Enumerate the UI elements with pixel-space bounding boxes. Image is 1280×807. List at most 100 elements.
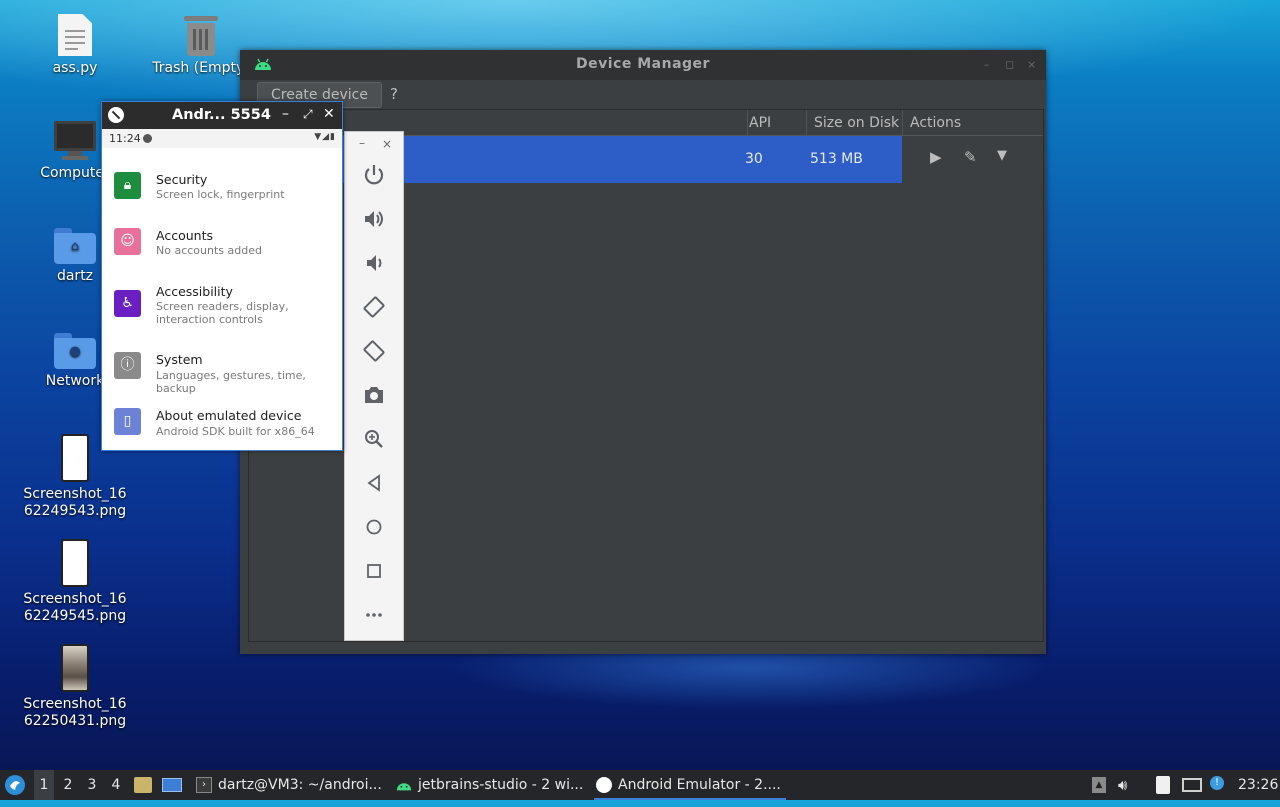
- android-icon: [396, 783, 412, 791]
- desktop-icon-label: dartz: [56, 268, 94, 284]
- settings-item-subtitle: Android SDK built for x86_64: [156, 425, 315, 438]
- minimize-icon[interactable]: –: [359, 136, 365, 150]
- clock[interactable]: 23:26: [1238, 770, 1278, 800]
- settings-item-system[interactable]: ⓘ System Languages, gestures, time, back…: [102, 342, 342, 398]
- workspace-2[interactable]: 2: [58, 770, 78, 800]
- task-label: jetbrains-studio - 2 wi...: [418, 777, 584, 793]
- network-folder-icon: ●: [54, 333, 96, 369]
- desktop-icon-label: Network: [45, 373, 105, 389]
- home-icon[interactable]: [361, 514, 387, 540]
- close-icon[interactable]: ✕: [323, 106, 335, 122]
- info-icon: ⓘ: [114, 352, 141, 379]
- tray-arrow-icon[interactable]: ▲: [1092, 770, 1108, 800]
- image-file-icon: [61, 539, 89, 587]
- settings-item-subtitle: Languages, gestures, time, backup: [156, 369, 306, 395]
- window-title: Device Manager: [576, 56, 710, 72]
- window-titlebar[interactable]: Device Manager – ◻ ×: [240, 50, 1046, 80]
- edit-icon[interactable]: ✎: [964, 148, 977, 166]
- settings-item-title: Accounts: [156, 228, 213, 243]
- settings-item-subtitle: Screen readers, display, interaction con…: [156, 300, 289, 326]
- emulator-window: Andr... 5554 – ⤢ ✕ 11:24 ▼◢▮ 🔒︎ Security…: [101, 101, 343, 451]
- settings-item-accessibility[interactable]: ♿︎ Accessibility Screen readers, display…: [102, 272, 342, 340]
- row-actions: ▶ ✎ ▼: [904, 136, 1044, 183]
- phone-icon: ▯: [114, 408, 141, 435]
- lock-icon: 🔒︎: [114, 172, 141, 199]
- task-terminal[interactable]: › dartz@VM3: ~/androi...: [194, 770, 414, 800]
- minimize-icon[interactable]: –: [984, 58, 990, 71]
- volume-up-icon[interactable]: [361, 206, 387, 232]
- chevron-down-icon[interactable]: ▼: [997, 148, 1007, 163]
- taskbar: 1 2 3 4 › dartz@VM3: ~/androi... jetbrai…: [0, 770, 1280, 800]
- toolbar: Create device ?: [240, 80, 1046, 110]
- desktop-icon-label: Screenshot_1662250431.png: [23, 696, 127, 729]
- volume-down-icon[interactable]: [361, 250, 387, 276]
- close-icon[interactable]: ×: [382, 137, 392, 151]
- settings-item-title: System: [156, 352, 203, 367]
- power-icon[interactable]: [361, 162, 387, 188]
- file-manager-launcher-icon[interactable]: [134, 770, 154, 800]
- task-label: dartz@VM3: ~/androi...: [218, 777, 382, 793]
- desktop-icon-label: Computer: [40, 165, 110, 181]
- column-header-api[interactable]: API: [749, 115, 771, 131]
- desktop-icon-label: Screenshot_1662249543.png: [23, 486, 127, 519]
- task-label: Android Emulator - 2....: [618, 777, 781, 793]
- terminal-icon: ›: [196, 777, 212, 793]
- clipboard-icon[interactable]: [1156, 770, 1176, 800]
- desktop-icon-ass-py[interactable]: ass.py: [20, 14, 130, 77]
- image-file-icon: [61, 644, 89, 692]
- computer-icon: [54, 121, 96, 161]
- image-file-icon: [61, 434, 89, 482]
- settings-item-title: About emulated device: [156, 408, 302, 423]
- column-header-actions: Actions: [910, 115, 962, 131]
- settings-item-subtitle: Screen lock, fingerprint: [156, 188, 285, 201]
- settings-item-title: Accessibility: [156, 284, 233, 299]
- start-menu-button[interactable]: [4, 770, 28, 800]
- settings-item-about[interactable]: ▯ About emulated device Android SDK buil…: [102, 398, 342, 454]
- emulator-title: Andr... 5554: [172, 107, 271, 123]
- status-time: 11:24: [109, 132, 141, 145]
- back-icon[interactable]: [361, 470, 387, 496]
- help-button[interactable]: ?: [390, 85, 398, 103]
- task-android-emulator[interactable]: Android Emulator - 2....: [594, 770, 786, 800]
- close-icon[interactable]: ×: [1027, 58, 1036, 71]
- text-file-icon: [58, 14, 92, 56]
- more-icon[interactable]: [361, 602, 387, 628]
- lxqt-logo-icon: [5, 775, 25, 795]
- desktop-icon-label: ass.py: [52, 60, 98, 76]
- play-icon[interactable]: ▶: [930, 148, 942, 166]
- accessibility-icon: ♿︎: [114, 290, 141, 317]
- maximize-icon[interactable]: ◻: [1005, 58, 1014, 71]
- desktop-icon-screenshot-3[interactable]: Screenshot_1662250431.png: [20, 644, 130, 730]
- rotate-right-icon[interactable]: [361, 338, 387, 364]
- desktop-icon-screenshot-2[interactable]: Screenshot_1662249545.png: [20, 539, 130, 625]
- update-notifier-icon[interactable]: !: [1210, 770, 1228, 800]
- rotate-left-icon[interactable]: [361, 294, 387, 320]
- android-status-bar: 11:24 ▼◢▮: [102, 129, 342, 148]
- workspace-3[interactable]: 3: [82, 770, 102, 800]
- zoom-icon[interactable]: [361, 426, 387, 452]
- desktop-icon-label: Trash (Empty): [152, 60, 250, 76]
- settings-item-security[interactable]: 🔒︎ Security Screen lock, fingerprint: [102, 160, 342, 216]
- volume-icon[interactable]: 🔊︎: [1118, 770, 1138, 800]
- overview-icon[interactable]: [361, 558, 387, 584]
- task-android-studio[interactable]: jetbrains-studio - 2 wi...: [394, 770, 614, 800]
- emulator-titlebar[interactable]: Andr... 5554 – ⤢ ✕: [102, 102, 342, 129]
- emulator-logo-icon: [108, 107, 124, 123]
- workspace-4[interactable]: 4: [106, 770, 126, 800]
- emulator-controls: – ×: [344, 131, 404, 641]
- settings-item-accounts[interactable]: ☺ Accounts No accounts added: [102, 216, 342, 272]
- account-icon: ☺: [114, 228, 141, 255]
- cell-api: 30: [745, 151, 763, 167]
- desktop-icon-label: Screenshot_1662249545.png: [23, 591, 127, 624]
- workspace-1[interactable]: 1: [34, 770, 54, 800]
- home-folder-icon: ⌂: [54, 228, 96, 264]
- column-header-size[interactable]: Size on Disk: [814, 115, 899, 131]
- network-icon[interactable]: [1182, 770, 1204, 800]
- camera-icon[interactable]: [361, 382, 387, 408]
- maximize-icon[interactable]: ⤢: [303, 107, 313, 122]
- settings-item-subtitle: No accounts added: [156, 244, 262, 257]
- signal-battery-icon: ▼◢▮: [314, 132, 336, 142]
- show-desktop-icon[interactable]: [162, 770, 184, 800]
- status-indicator-icon: [143, 134, 152, 143]
- minimize-icon[interactable]: –: [282, 106, 289, 122]
